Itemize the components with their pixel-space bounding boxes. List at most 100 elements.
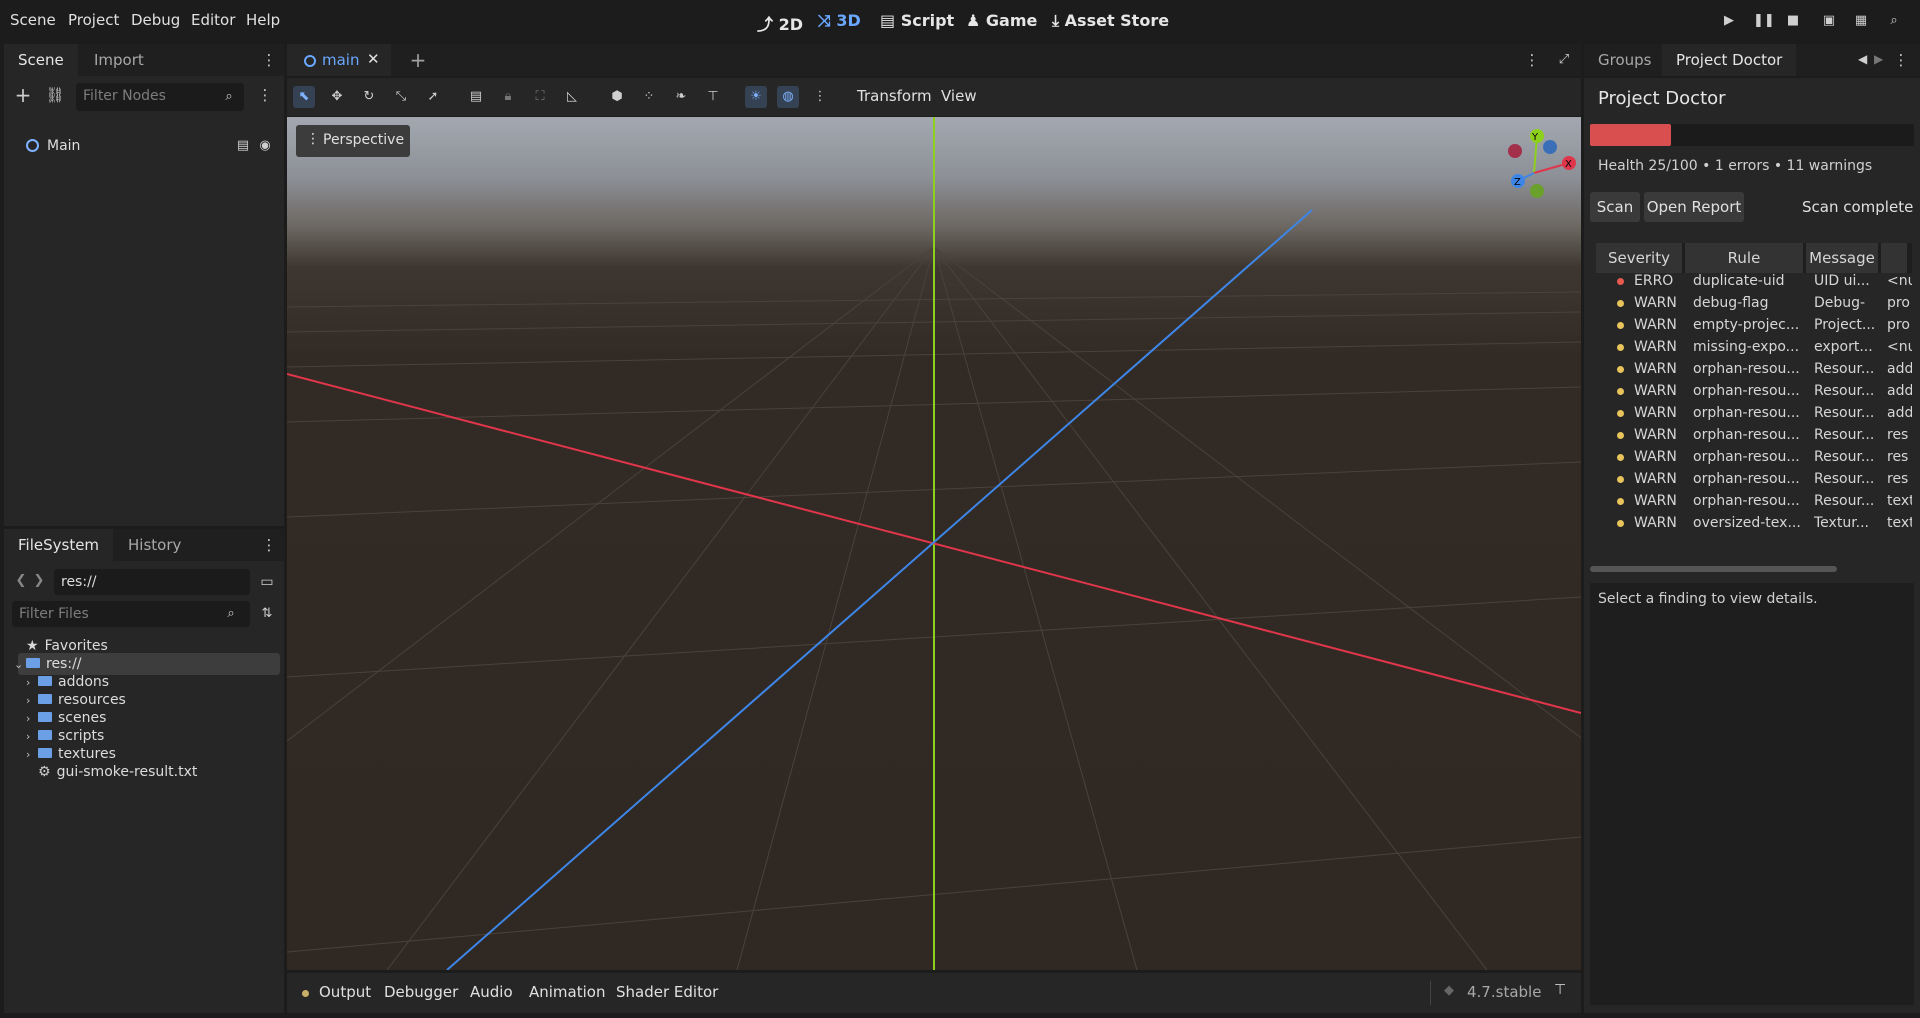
gizmo-x-label: X: [1565, 159, 1572, 170]
column-message[interactable]: Message: [1806, 243, 1878, 273]
table-row[interactable]: WARN missing-expo... export... <nu: [1596, 336, 1912, 358]
tab-debugger[interactable]: Debugger: [384, 983, 458, 1001]
menu-project[interactable]: Project: [68, 11, 119, 29]
sort-icon[interactable]: ⇅: [256, 603, 278, 625]
workspace-2d-button[interactable]: ⤴ 2D: [757, 11, 803, 35]
cell-severity: WARN: [1634, 295, 1677, 311]
rotate-mode-icon[interactable]: ↻: [358, 86, 380, 108]
tab-scene[interactable]: Scene: [4, 44, 78, 76]
horizontal-scrollbar[interactable]: [1590, 566, 1837, 572]
table-row[interactable]: WARN empty-projec... Project... pro: [1596, 314, 1912, 336]
tab-options-icon[interactable]: ⋮: [1521, 49, 1543, 71]
list-select-icon[interactable]: ➚: [422, 86, 444, 108]
star-icon: ★: [26, 638, 39, 654]
output-status-dot-icon: [302, 990, 309, 997]
workspace-game-button[interactable]: ♟ Game: [966, 11, 1037, 30]
table-row[interactable]: WARN orphan-resou... Resour... res: [1596, 424, 1912, 446]
column-rule[interactable]: Rule: [1685, 243, 1803, 273]
column-extra[interactable]: [1881, 243, 1907, 273]
script-attached-icon[interactable]: ▤: [232, 135, 254, 157]
column-severity[interactable]: Severity: [1596, 243, 1682, 273]
view-gizmo[interactable]: Y X Z: [1495, 129, 1581, 207]
scene-options-icon[interactable]: ⋮: [254, 84, 276, 106]
tab-output[interactable]: Output: [319, 983, 371, 1001]
select-mode-icon[interactable]: ⬉: [293, 86, 315, 108]
distraction-free-icon[interactable]: ⤢: [1553, 49, 1575, 71]
preview-options-icon[interactable]: ⋮: [809, 86, 831, 108]
close-icon[interactable]: ✕: [367, 50, 380, 68]
table-row[interactable]: WARN orphan-resou... Resour... add: [1596, 380, 1912, 402]
table-row[interactable]: WARN oversized-tex... Textur... text: [1596, 512, 1912, 534]
movie-maker-icon[interactable]: ⌕: [1886, 13, 1902, 29]
lock-icon[interactable]: 🔒︎: [497, 86, 519, 108]
gizmo-z-label: Z: [1514, 177, 1521, 188]
tab-scroll-left-icon[interactable]: ◀: [1858, 52, 1867, 66]
table-row[interactable]: WARN orphan-resou... Resour... add: [1596, 402, 1912, 424]
tab-history[interactable]: History: [114, 529, 195, 561]
menu-view[interactable]: View: [941, 87, 977, 105]
pin-icon[interactable]: ⊤: [702, 86, 724, 108]
tab-audio[interactable]: Audio: [470, 983, 513, 1001]
menu-editor[interactable]: Editor: [191, 11, 235, 29]
tab-scroll-right-icon[interactable]: ▶: [1874, 52, 1883, 66]
file-gui-smoke-result[interactable]: ⚙ gui-smoke-result.txt: [38, 761, 316, 783]
play-custom-scene-icon[interactable]: ▦: [1853, 13, 1869, 29]
menu-help[interactable]: Help: [246, 11, 280, 29]
dock-menu-icon[interactable]: ⋮: [258, 534, 280, 556]
local-space-icon[interactable]: ⬢: [606, 86, 628, 108]
pin-panel-icon[interactable]: ⊤: [1554, 982, 1566, 998]
play-icon[interactable]: ▶: [1721, 13, 1737, 29]
tab-project-doctor[interactable]: Project Doctor: [1662, 44, 1797, 76]
particles-icon[interactable]: ❧: [670, 86, 692, 108]
scan-status: Scan complete: [1802, 198, 1914, 216]
scan-button[interactable]: Scan: [1590, 192, 1640, 222]
table-row[interactable]: ERRO duplicate-uid UID ui... <nu: [1596, 270, 1912, 292]
filter-files-input[interactable]: Filter Files: [12, 601, 250, 627]
menu-scene[interactable]: Scene: [10, 11, 56, 29]
tab-import[interactable]: Import: [80, 44, 158, 76]
tab-shader-editor[interactable]: Shader Editor: [616, 983, 718, 1001]
table-row[interactable]: WARN orphan-resou... Resour... add: [1596, 358, 1912, 380]
bottom-panel-bar: Output Debugger Audio Animation Shader E…: [287, 973, 1581, 1013]
stop-icon[interactable]: ■: [1785, 13, 1801, 29]
environment-preview-icon[interactable]: ◍: [777, 86, 799, 108]
ruler-icon[interactable]: ▤: [465, 86, 487, 108]
cell-severity: WARN: [1634, 317, 1677, 333]
measure-icon[interactable]: ◺: [561, 86, 583, 108]
link-icon[interactable]: ⛓: [44, 84, 66, 106]
split-view-icon[interactable]: ▭: [256, 571, 278, 593]
cell-extra: text: [1887, 515, 1912, 531]
menu-transform[interactable]: Transform: [857, 87, 932, 105]
snap-icon[interactable]: ⁘: [638, 86, 660, 108]
gizmo-y-label: Y: [1531, 132, 1539, 143]
dock-menu-icon[interactable]: ⋮: [258, 49, 280, 71]
move-mode-icon[interactable]: ✥: [326, 86, 348, 108]
path-field[interactable]: res://: [54, 569, 250, 595]
tab-filesystem[interactable]: FileSystem: [4, 529, 114, 561]
play-scene-icon[interactable]: ▣: [1821, 13, 1837, 29]
workspace-script-button[interactable]: ▤ Script: [880, 11, 954, 30]
dock-menu-icon[interactable]: ⋮: [1890, 49, 1912, 71]
visibility-eye-icon[interactable]: ◉: [254, 135, 276, 157]
table-row[interactable]: WARN orphan-resou... Resour... text: [1596, 490, 1912, 512]
table-row[interactable]: WARN orphan-resou... Resour... res: [1596, 446, 1912, 468]
workspace-3d-button[interactable]: ⤨ 3D: [818, 11, 861, 31]
warning-dot-icon: [1617, 432, 1624, 439]
pause-icon[interactable]: ❚❚: [1753, 13, 1775, 29]
table-row[interactable]: WARN orphan-resou... Resour... res: [1596, 468, 1912, 490]
scale-mode-icon[interactable]: ⤡: [390, 86, 412, 108]
add-node-icon[interactable]: +: [12, 84, 34, 106]
perspective-menu-button[interactable]: ⋮ Perspective: [296, 125, 410, 157]
table-row[interactable]: WARN debug-flag Debug-pro: [1596, 292, 1912, 314]
open-report-button[interactable]: Open Report: [1644, 192, 1744, 222]
forward-arrow-icon[interactable]: ❯: [28, 570, 50, 592]
tab-animation[interactable]: Animation: [529, 983, 605, 1001]
tab-groups[interactable]: Groups: [1584, 44, 1665, 76]
3d-viewport[interactable]: ⋮ Perspective Y X Z: [287, 117, 1581, 970]
sun-preview-icon[interactable]: ☀: [745, 86, 767, 108]
menu-debug[interactable]: Debug: [131, 11, 180, 29]
group-icon[interactable]: ⛶: [529, 86, 551, 108]
scene-tab-main[interactable]: main ✕: [287, 44, 391, 76]
workspace-asset-store-button[interactable]: ⤓ Asset Store: [1052, 11, 1169, 31]
add-scene-tab-icon[interactable]: +: [407, 49, 429, 71]
